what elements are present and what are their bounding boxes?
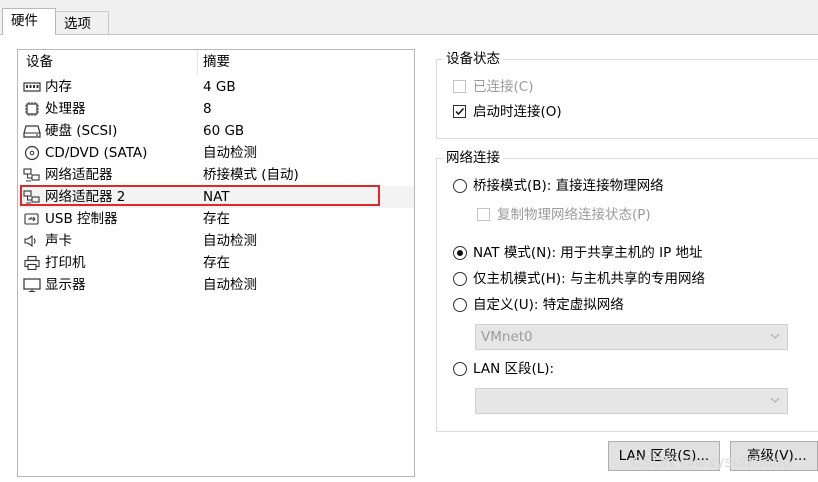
lan-segment-select[interactable] <box>475 388 788 414</box>
device-summary: 8 <box>203 101 212 117</box>
custom-label: 自定义(U): 特定虚拟网络 <box>473 297 624 313</box>
device-name: 硬盘 (SCSI) <box>45 123 118 139</box>
tab-bar: 硬件 选项 <box>0 0 818 35</box>
custom-radio[interactable] <box>453 298 467 312</box>
device-name: 打印机 <box>45 255 86 271</box>
device-row-processor[interactable]: 处理器 8 <box>18 98 414 120</box>
lan-segment-label: LAN 区段(L): <box>473 361 555 377</box>
device-name: 显示器 <box>45 277 86 293</box>
hostonly-label: 仅主机模式(H): 与主机共享的专用网络 <box>473 271 706 287</box>
device-status-title: 设备状态 <box>443 50 503 68</box>
device-name: 网络适配器 <box>45 167 113 183</box>
device-summary: 自动检测 <box>203 277 257 293</box>
check-icon <box>455 107 465 116</box>
device-list[interactable]: 设备 摘要 内存 4 GB 处理器 8 硬盘 (SCSI) 60 GB CD/D… <box>17 49 415 477</box>
column-header-summary[interactable]: 摘要 <box>203 54 230 70</box>
device-summary: 60 GB <box>203 123 245 139</box>
chevron-down-icon <box>770 333 780 339</box>
device-name: 内存 <box>45 79 72 95</box>
device-summary: 存在 <box>203 255 230 271</box>
processor-icon <box>25 102 39 116</box>
tab-hardware[interactable]: 硬件 <box>2 8 56 35</box>
column-header-device[interactable]: 设备 <box>26 54 53 70</box>
device-name: 处理器 <box>45 101 86 117</box>
device-row-cd-dvd[interactable]: CD/DVD (SATA) 自动检测 <box>18 142 414 164</box>
device-row-memory[interactable]: 内存 4 GB <box>18 76 414 98</box>
device-row-sound[interactable]: 声卡 自动检测 <box>18 230 414 252</box>
device-summary: 自动检测 <box>203 233 257 249</box>
device-summary: 自动检测 <box>203 145 257 161</box>
radio-selected-dot <box>456 249 463 256</box>
device-row-printer[interactable]: 打印机 存在 <box>18 252 414 274</box>
device-name: 声卡 <box>45 233 72 249</box>
device-name: CD/DVD (SATA) <box>45 145 148 161</box>
display-icon <box>23 278 41 293</box>
connected-checkbox[interactable] <box>453 80 466 93</box>
device-summary: 存在 <box>203 211 230 227</box>
connect-on-start-label: 启动时连接(O) <box>473 104 562 120</box>
highlight-box <box>20 185 380 206</box>
chevron-down-icon <box>770 397 780 403</box>
harddisk-icon <box>23 125 41 138</box>
column-divider[interactable] <box>197 50 198 74</box>
cd-dvd-icon <box>24 145 40 161</box>
device-row-usb[interactable]: USB 控制器 存在 <box>18 208 414 230</box>
vmnet-select[interactable]: VMnet0 <box>475 324 788 350</box>
memory-icon <box>23 82 41 92</box>
device-list-header: 设备 摘要 <box>18 50 414 74</box>
sound-icon <box>24 234 36 248</box>
vmnet-select-value: VMnet0 <box>481 329 533 345</box>
nat-radio[interactable] <box>453 246 467 260</box>
network-connection-title: 网络连接 <box>443 149 503 167</box>
network-adapter-icon <box>23 168 40 182</box>
bridged-radio[interactable] <box>453 179 467 193</box>
nat-label: NAT 模式(N): 用于共享主机的 IP 地址 <box>473 245 703 261</box>
connected-label: 已连接(C) <box>473 79 534 95</box>
device-summary: 桥接模式 (自动) <box>203 167 299 183</box>
device-row-harddisk[interactable]: 硬盘 (SCSI) 60 GB <box>18 120 414 142</box>
connect-on-start-checkbox[interactable] <box>453 105 466 118</box>
watermark: CSDN @wxysuizhong <box>632 453 792 471</box>
device-row-network-adapter[interactable]: 网络适配器 桥接模式 (自动) <box>18 164 414 186</box>
tab-options[interactable]: 选项 <box>55 11 109 34</box>
usb-icon <box>24 213 39 225</box>
lan-segment-radio[interactable] <box>453 362 467 376</box>
device-row-display[interactable]: 显示器 自动检测 <box>18 274 414 296</box>
replicate-label: 复制物理网络连接状态(P) <box>497 207 651 223</box>
hostonly-radio[interactable] <box>453 272 467 286</box>
replicate-checkbox[interactable] <box>477 208 490 221</box>
device-summary: 4 GB <box>203 79 236 95</box>
device-name: USB 控制器 <box>45 211 118 227</box>
device-status-group <box>436 59 818 139</box>
printer-icon <box>24 255 40 271</box>
bridged-label: 桥接模式(B): 直接连接物理网络 <box>473 178 664 194</box>
